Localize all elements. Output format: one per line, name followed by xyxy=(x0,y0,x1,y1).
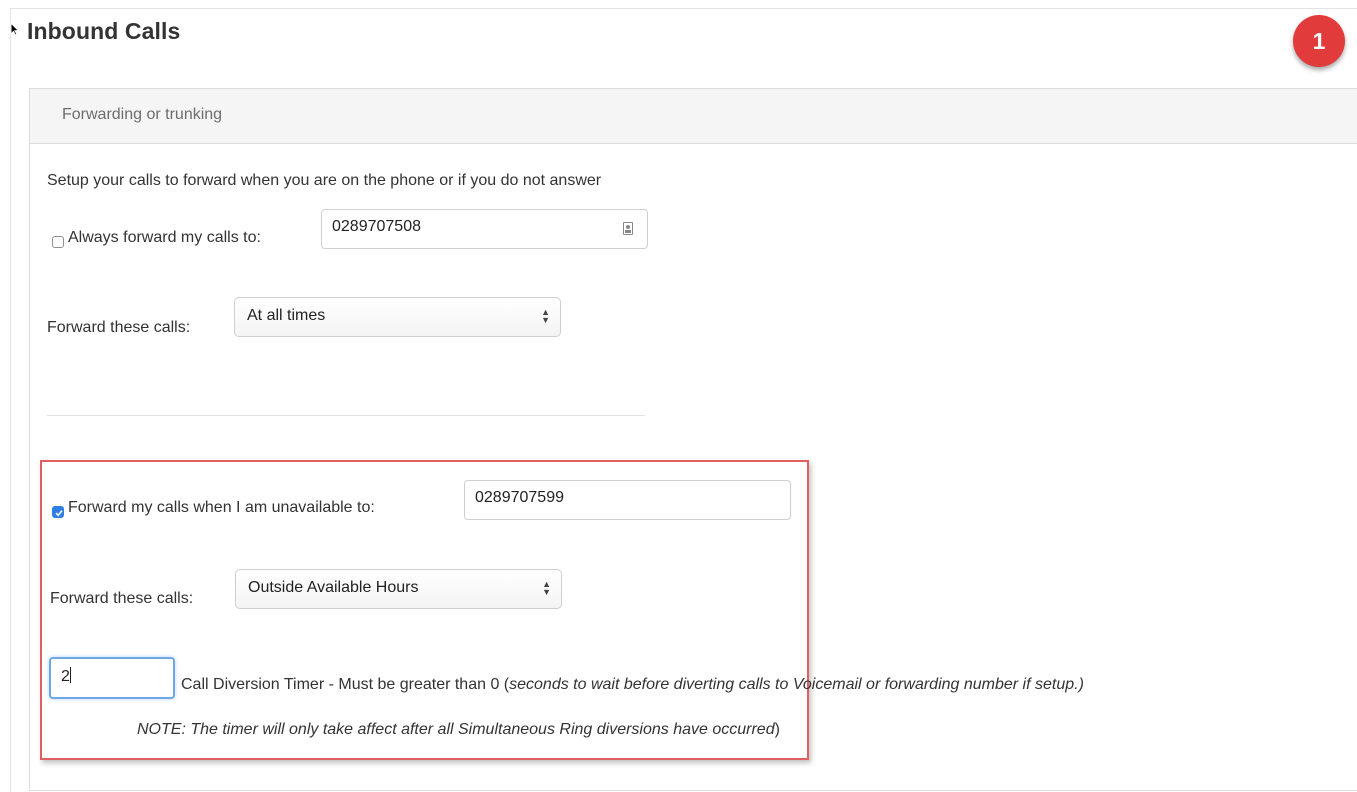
panel-heading-label: Forwarding or trunking xyxy=(62,106,223,123)
diversion-timer-note-text: NOTE: The timer will only take affect af… xyxy=(137,721,775,738)
mouse-cursor-icon xyxy=(10,22,20,36)
always-forward-checkbox[interactable] xyxy=(52,236,64,248)
text-caret xyxy=(69,667,71,683)
diversion-timer-note-close: ) xyxy=(774,721,780,738)
always-forward-when-label: Forward these calls: xyxy=(47,319,191,336)
unavailable-forward-checkbox[interactable] xyxy=(52,506,64,518)
page-title: Inbound Calls xyxy=(27,18,181,44)
unavailable-forward-number-value: 0289707599 xyxy=(475,489,564,506)
contact-card-icon[interactable] xyxy=(623,222,633,235)
diversion-timer-label: Call Diversion Timer - Must be greater t… xyxy=(181,676,1084,694)
unavailable-forward-when-select[interactable]: Outside Available Hours ▲ ▼ xyxy=(235,569,562,609)
diversion-timer-value: 2 xyxy=(61,668,70,685)
step-number-badge: 1 xyxy=(1293,15,1345,67)
diversion-timer-label-text: Call Diversion Timer - Must be greater t… xyxy=(181,676,510,693)
select-arrows-icon: ▲ ▼ xyxy=(541,307,550,325)
always-forward-number-value: 0289707508 xyxy=(332,218,421,235)
unavailable-forward-when-label: Forward these calls: xyxy=(50,590,194,607)
select-arrows-icon: ▲ ▼ xyxy=(542,579,551,597)
diversion-timer-hint: seconds to wait before diverting calls t… xyxy=(509,676,1084,693)
checkmark-icon xyxy=(55,510,63,517)
unavailable-forward-when-value: Outside Available Hours xyxy=(248,579,419,596)
diversion-timer-input[interactable]: 2 xyxy=(49,657,175,699)
unavailable-forward-label: Forward my calls when I am unavailable t… xyxy=(68,499,375,516)
panel-heading: Forwarding or trunking xyxy=(29,88,1357,144)
always-forward-number-input[interactable]: 0289707508 xyxy=(321,209,648,249)
always-forward-when-value: At all times xyxy=(247,307,326,324)
always-forward-label: Always forward my calls to: xyxy=(68,229,261,246)
unavailable-forward-number-input[interactable]: 0289707599 xyxy=(464,480,791,520)
intro-text: Setup your calls to forward when you are… xyxy=(47,172,602,189)
section-divider xyxy=(47,415,645,416)
always-forward-when-select[interactable]: At all times ▲ ▼ xyxy=(234,297,561,337)
diversion-timer-note: NOTE: The timer will only take affect af… xyxy=(137,721,780,739)
